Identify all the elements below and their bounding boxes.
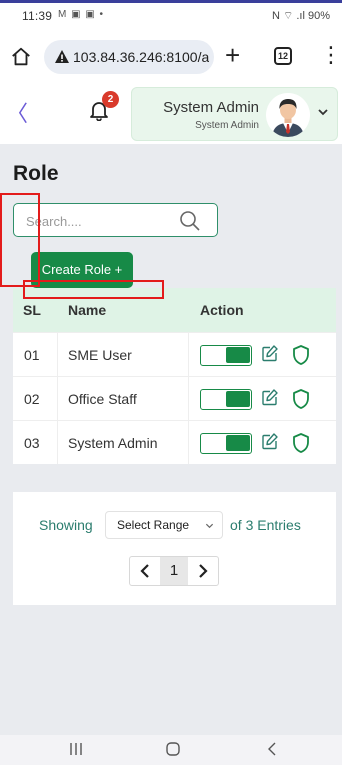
table-header: SL Name Action xyxy=(13,288,336,332)
row-sl: 03 xyxy=(24,435,40,451)
edit-icon[interactable] xyxy=(261,344,279,362)
header-action: Action xyxy=(200,302,244,318)
pagination-card: Showing Select Range of 3 Entries 1 xyxy=(13,492,336,605)
table-row: 01 SME User xyxy=(13,332,336,376)
sidebar-toggle-icon[interactable]: 〈 xyxy=(6,96,28,128)
row-sl: 02 xyxy=(24,391,40,407)
notification-badge: 2 xyxy=(102,91,119,108)
status-toggle[interactable] xyxy=(200,433,252,454)
browser-toolbar: 103.84.36.246:8100/a + 12 ⋮ xyxy=(0,32,342,82)
new-tab-icon[interactable]: + xyxy=(225,40,240,70)
page-nav: 1 xyxy=(129,556,219,586)
current-page[interactable]: 1 xyxy=(160,557,188,585)
app-header: 〈 2 System Admin System Admin xyxy=(0,82,342,144)
address-bar[interactable]: 103.84.36.246:8100/a xyxy=(44,40,214,74)
search-icon[interactable] xyxy=(179,210,201,232)
shield-icon[interactable] xyxy=(291,344,311,366)
create-role-button[interactable]: Create Role + xyxy=(31,252,133,288)
next-page-button[interactable] xyxy=(188,557,218,585)
previous-page-button[interactable] xyxy=(130,557,160,585)
chevron-down-icon[interactable] xyxy=(317,106,329,118)
avatar xyxy=(266,93,310,137)
notification-icons: M ▣ ▣ • xyxy=(58,9,105,20)
range-select[interactable]: Select Range xyxy=(105,511,223,539)
user-role: System Admin xyxy=(195,120,259,131)
status-accent-line xyxy=(0,0,342,3)
header-name: Name xyxy=(68,302,107,318)
table-row: 02 Office Staff xyxy=(13,376,336,420)
row-name: System Admin xyxy=(68,435,158,451)
recent-apps-icon[interactable] xyxy=(68,741,84,757)
toggle-knob xyxy=(226,391,250,407)
user-name: System Admin xyxy=(163,99,259,116)
tab-switcher-button[interactable]: 12 xyxy=(274,47,292,65)
status-toggle[interactable] xyxy=(200,389,252,410)
showing-label: Showing xyxy=(39,517,93,533)
system-icons: N ⌔ .ıl 90% xyxy=(271,10,330,22)
not-secure-warning-icon[interactable] xyxy=(54,49,70,65)
range-select-label: Select Range xyxy=(117,518,190,532)
toggle-knob xyxy=(226,347,250,363)
page-title: Role xyxy=(13,162,59,185)
home-button-icon[interactable] xyxy=(165,741,181,757)
android-nav-bar xyxy=(0,735,342,765)
chevron-down-icon xyxy=(205,523,214,529)
edit-icon[interactable] xyxy=(261,388,279,406)
status-time: 11:39 xyxy=(22,9,53,23)
search-box xyxy=(13,203,218,237)
toggle-knob xyxy=(226,435,250,451)
row-name: SME User xyxy=(68,347,132,363)
home-icon[interactable] xyxy=(10,46,32,68)
edit-icon[interactable] xyxy=(261,432,279,450)
header-sl: SL xyxy=(23,302,41,318)
status-bar: 11:39 M ▣ ▣ • N ⌔ .ıl 90% xyxy=(0,0,342,32)
search-input[interactable] xyxy=(26,211,176,231)
shield-icon[interactable] xyxy=(291,388,311,410)
roles-table: SL Name Action 01 SME User 02 Office Sta… xyxy=(13,288,336,464)
row-name: Office Staff xyxy=(68,391,137,407)
url-text[interactable]: 103.84.36.246:8100/a xyxy=(73,49,209,65)
table-row: 03 System Admin xyxy=(13,420,336,464)
row-sl: 01 xyxy=(24,347,40,363)
back-icon[interactable] xyxy=(265,741,281,757)
entries-count: of 3 Entries xyxy=(230,517,301,533)
user-menu[interactable]: System Admin System Admin xyxy=(131,87,338,141)
more-menu-icon[interactable]: ⋮ xyxy=(320,44,342,66)
status-toggle[interactable] xyxy=(200,345,252,366)
shield-icon[interactable] xyxy=(291,432,311,454)
